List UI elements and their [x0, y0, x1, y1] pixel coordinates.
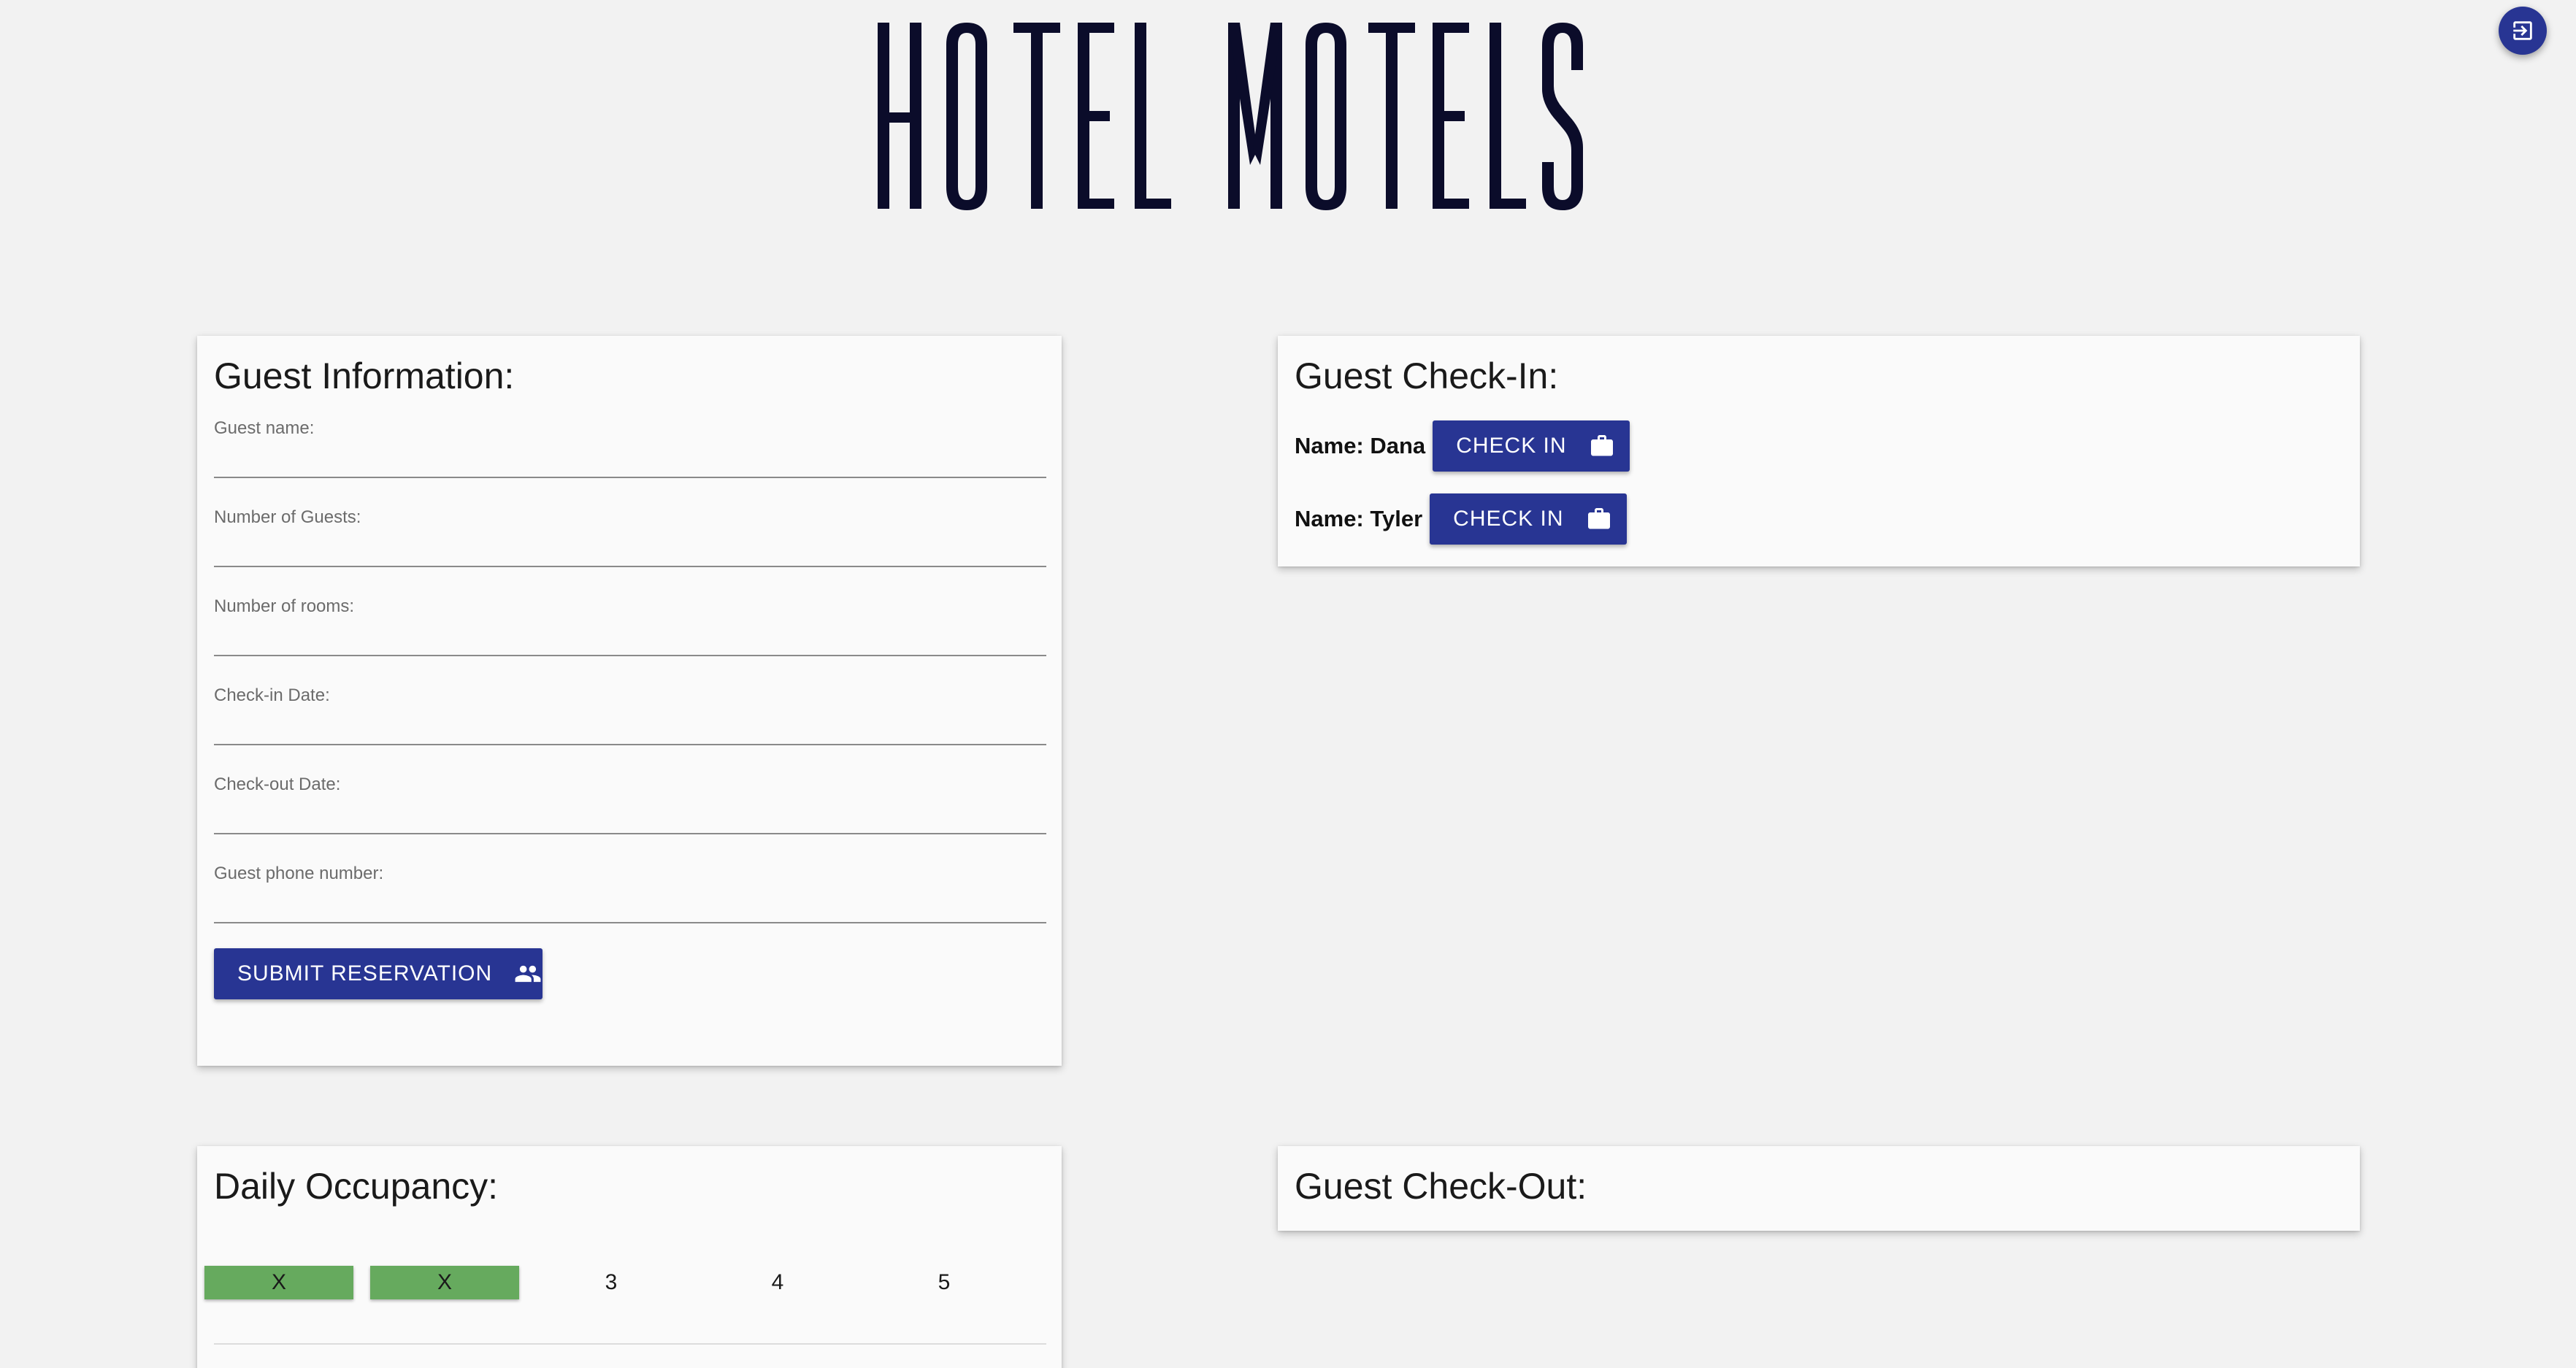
- daily-occupancy-card: Daily Occupancy: X X 3 4 5: [197, 1146, 1062, 1368]
- exit-to-app-icon: [2513, 21, 2532, 40]
- submit-reservation-label: SUBMIT RESERVATION: [237, 961, 493, 985]
- guest-check-in-card: Guest Check-In: Name: Dana CHECK IN Name…: [1278, 336, 2360, 566]
- number-of-rooms-input[interactable]: [214, 618, 1046, 656]
- guest-information-card: Guest Information: Guest name: Number of…: [197, 336, 1062, 1066]
- check-in-guest-row: Name: Dana CHECK IN: [1295, 420, 1630, 472]
- check-out-date-input[interactable]: [214, 796, 1046, 834]
- guest-phone-field: Guest phone number:: [214, 864, 1046, 937]
- card-title: Guest Check-Out:: [1295, 1166, 1587, 1207]
- check-in-date-field: Check-in Date:: [214, 685, 1046, 758]
- header: [0, 0, 2576, 241]
- number-of-guests-input[interactable]: [214, 529, 1046, 567]
- exit-button[interactable]: [2499, 7, 2547, 55]
- card-title: Daily Occupancy:: [214, 1166, 499, 1207]
- guest-phone-input[interactable]: [214, 885, 1046, 923]
- briefcase-icon: [1586, 506, 1612, 532]
- room-cell-occupied[interactable]: X: [204, 1266, 353, 1299]
- guest-name-field: Guest name:: [214, 418, 1046, 491]
- number-of-rooms-field: Number of rooms:: [214, 596, 1046, 669]
- divider: [214, 1343, 1046, 1345]
- card-title: Guest Information:: [214, 356, 515, 396]
- field-label: Number of Guests:: [214, 507, 361, 527]
- check-in-label: CHECK IN: [1453, 507, 1564, 531]
- guest-check-out-card: Guest Check-Out:: [1278, 1146, 2360, 1231]
- guest-name: Name: Tyler: [1295, 506, 1423, 531]
- people-icon: [514, 960, 542, 988]
- room-cell-occupied[interactable]: X: [370, 1266, 519, 1299]
- check-in-button[interactable]: CHECK IN: [1430, 493, 1628, 545]
- guest-name-input[interactable]: [214, 440, 1046, 478]
- field-label: Guest name:: [214, 418, 315, 438]
- number-of-guests-field: Number of Guests:: [214, 507, 1046, 580]
- check-in-date-input[interactable]: [214, 707, 1046, 745]
- briefcase-icon: [1589, 433, 1615, 459]
- occupancy-row: X X 3 4 5: [204, 1266, 1044, 1301]
- check-in-label: CHECK IN: [1456, 434, 1567, 458]
- check-out-date-field: Check-out Date:: [214, 775, 1046, 848]
- room-cell[interactable]: 3: [537, 1266, 686, 1299]
- field-label: Guest phone number:: [214, 864, 384, 883]
- room-cell[interactable]: 5: [870, 1266, 1019, 1299]
- field-label: Check-out Date:: [214, 775, 341, 794]
- hotel-motels-logo: [878, 23, 1583, 210]
- field-label: Check-in Date:: [214, 685, 330, 705]
- guest-name: Name: Dana: [1295, 433, 1426, 458]
- check-in-button[interactable]: CHECK IN: [1433, 420, 1630, 472]
- submit-reservation-button[interactable]: SUBMIT RESERVATION: [214, 948, 543, 999]
- check-in-guest-row: Name: Tyler CHECK IN: [1295, 493, 1628, 545]
- field-label: Number of rooms:: [214, 596, 355, 616]
- room-cell[interactable]: 4: [703, 1266, 852, 1299]
- card-title: Guest Check-In:: [1295, 356, 1559, 396]
